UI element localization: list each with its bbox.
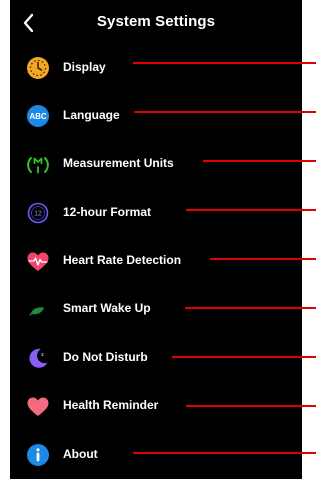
settings-list: Display ABC Language Measurement Units 1… (10, 44, 302, 479)
measurement-units-icon (27, 156, 49, 174)
settings-item-do-not-disturb[interactable]: z Do Not Disturb (10, 334, 302, 382)
moon-icon: z (29, 349, 48, 369)
settings-item-label: Language (63, 107, 120, 122)
settings-item-label: Heart Rate Detection (63, 253, 182, 268)
settings-item-smart-wake-up[interactable]: Smart Wake Up (10, 286, 302, 334)
info-icon (27, 444, 49, 467)
svg-text:z: z (41, 352, 44, 358)
sun-clock-icon (27, 57, 49, 79)
header-bar: System Settings (10, 0, 302, 48)
settings-item-12-hour-format[interactable]: 12 12-hour Format (10, 189, 302, 237)
settings-item-label: 12-hour Format (63, 204, 152, 219)
settings-item-heart-rate-detection[interactable]: Heart Rate Detection (10, 238, 302, 286)
settings-item-measurement-units[interactable]: Measurement Units (10, 141, 302, 189)
page-title: System Settings (96, 13, 216, 30)
settings-item-label: Health Reminder (63, 398, 159, 413)
phone-screen: System Settings Display ABC Language Mea… (10, 0, 302, 479)
svg-text:ABC: ABC (29, 113, 47, 122)
settings-item-label: Measurement Units (63, 156, 174, 171)
settings-item-about[interactable]: About (10, 431, 302, 479)
twelve-hour-icon: 12 (27, 202, 49, 224)
screenshot-canvas: System Settings Display ABC Language Mea… (0, 0, 316, 479)
settings-item-label: Display (63, 59, 106, 74)
settings-item-display[interactable]: Display (10, 44, 302, 92)
svg-text:12: 12 (34, 211, 42, 218)
settings-item-label: About (63, 446, 98, 461)
settings-item-label: Smart Wake Up (63, 301, 151, 316)
settings-item-health-reminder[interactable]: Health Reminder (10, 383, 302, 431)
heart-icon (27, 397, 49, 416)
settings-item-language[interactable]: ABC Language (10, 92, 302, 140)
smart-wake-icon (29, 307, 44, 316)
settings-item-label: Do Not Disturb (63, 349, 148, 364)
abc-language-icon: ABC (27, 105, 49, 128)
heart-rate-icon (27, 252, 49, 271)
